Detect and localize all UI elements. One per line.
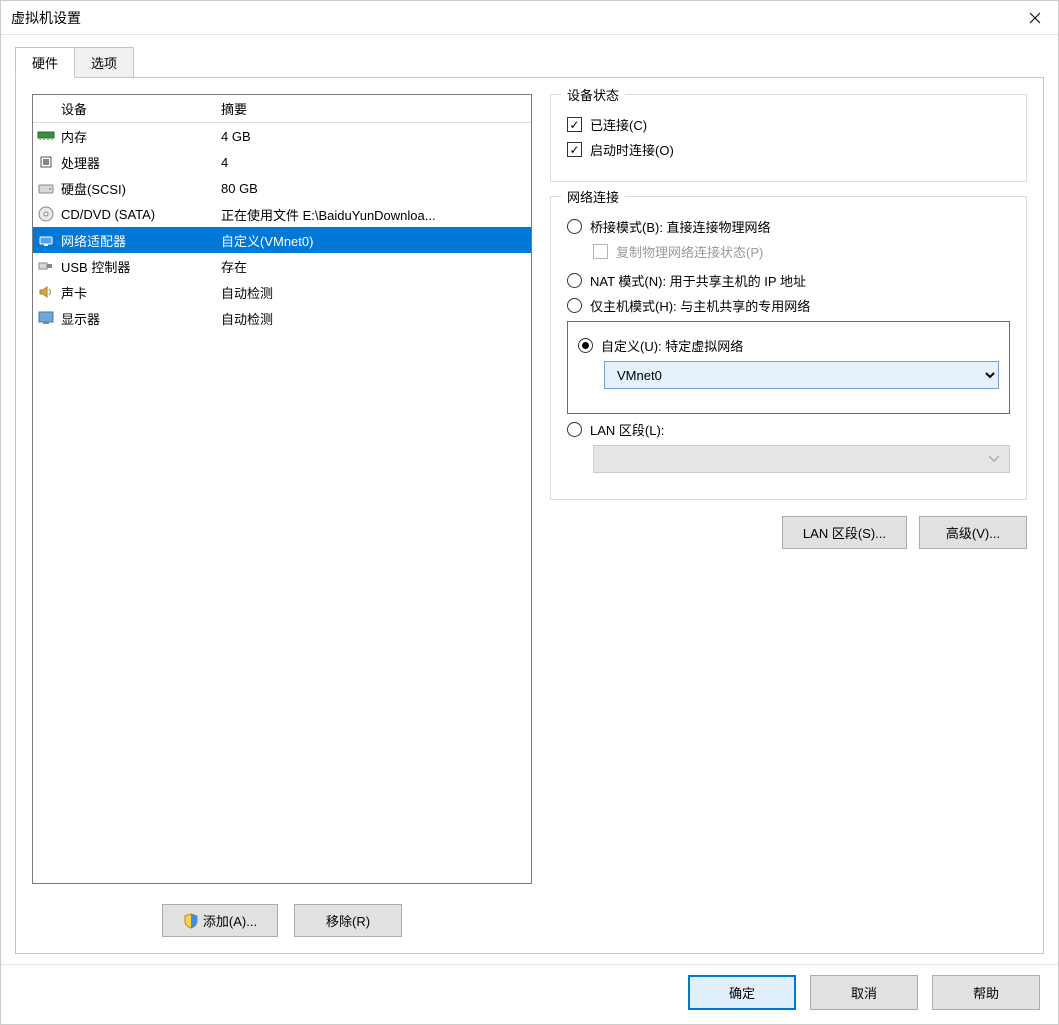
- network-title: 网络连接: [561, 187, 625, 206]
- ok-button[interactable]: 确定: [688, 975, 796, 1010]
- left-pane: 设备 摘要 内存 4 GB 处理器 4 硬盘(SCSI) 80 GB: [32, 94, 532, 937]
- device-summary: 正在使用文件 E:\BaiduYunDownloa...: [219, 205, 531, 224]
- left-buttons: 添加(A)... 移除(R): [32, 904, 532, 937]
- list-row[interactable]: USB 控制器 存在: [33, 253, 531, 279]
- list-row[interactable]: CD/DVD (SATA) 正在使用文件 E:\BaiduYunDownloa.…: [33, 201, 531, 227]
- nat-radio[interactable]: NAT 模式(N): 用于共享主机的 IP 地址: [567, 271, 1010, 290]
- device-summary: 存在: [219, 257, 531, 276]
- copy-state-label: 复制物理网络连接状态(P): [616, 242, 763, 261]
- radio-icon: [578, 338, 593, 353]
- add-button[interactable]: 添加(A)...: [162, 904, 278, 937]
- device-summary: 80 GB: [219, 181, 531, 196]
- tab-hardware[interactable]: 硬件: [15, 47, 75, 78]
- device-summary: 自动检测: [219, 309, 531, 328]
- chevron-down-icon: [989, 456, 999, 462]
- device-name: 内存: [59, 127, 219, 146]
- device-name: 硬盘(SCSI): [59, 179, 219, 198]
- device-status-group: 设备状态 已连接(C) 启动时连接(O): [550, 94, 1027, 182]
- list-row[interactable]: 声卡 自动检测: [33, 279, 531, 305]
- lan-radio[interactable]: LAN 区段(L):: [567, 420, 1010, 439]
- header-summary: 摘要: [219, 99, 531, 118]
- lan-label: LAN 区段(L):: [590, 420, 664, 439]
- connected-checkbox-row[interactable]: 已连接(C): [567, 115, 1010, 134]
- nat-label: NAT 模式(N): 用于共享主机的 IP 地址: [590, 271, 806, 290]
- hostonly-label: 仅主机模式(H): 与主机共享的专用网络: [590, 296, 810, 315]
- usb-icon: [37, 257, 55, 275]
- custom-label: 自定义(U): 特定虚拟网络: [601, 336, 743, 355]
- copy-state-checkbox: 复制物理网络连接状态(P): [593, 242, 1010, 261]
- hostonly-radio[interactable]: 仅主机模式(H): 与主机共享的专用网络: [567, 296, 1010, 315]
- connect-power-label: 启动时连接(O): [590, 140, 674, 159]
- tab-strip: 硬件 选项: [1, 35, 1058, 78]
- checkbox-icon: [593, 244, 608, 259]
- close-button[interactable]: [1012, 1, 1058, 35]
- network-buttons: LAN 区段(S)... 高级(V)...: [550, 516, 1027, 549]
- checkbox-icon: [567, 117, 582, 132]
- titlebar: 虚拟机设置: [1, 1, 1058, 35]
- custom-network-select[interactable]: VMnet0: [604, 361, 999, 389]
- remove-button[interactable]: 移除(R): [294, 904, 402, 937]
- cd-icon: [37, 205, 55, 223]
- right-pane: 设备状态 已连接(C) 启动时连接(O) 网络连接 桥接模式(B): 直接连接物…: [550, 94, 1027, 937]
- device-name: CD/DVD (SATA): [59, 207, 219, 222]
- device-summary: 4 GB: [219, 129, 531, 144]
- device-name: 声卡: [59, 283, 219, 302]
- list-row[interactable]: 网络适配器 自定义(VMnet0): [33, 227, 531, 253]
- list-row[interactable]: 内存 4 GB: [33, 123, 531, 149]
- device-summary: 自动检测: [219, 283, 531, 302]
- network-group: 网络连接 桥接模式(B): 直接连接物理网络 复制物理网络连接状态(P) NAT…: [550, 196, 1027, 500]
- memory-icon: [37, 127, 55, 145]
- radio-icon: [567, 219, 582, 234]
- device-summary: 自定义(VMnet0): [219, 231, 531, 250]
- custom-highlight: 自定义(U): 特定虚拟网络 VMnet0: [567, 321, 1010, 414]
- custom-radio[interactable]: 自定义(U): 特定虚拟网络: [578, 336, 999, 355]
- list-row[interactable]: 处理器 4: [33, 149, 531, 175]
- sound-icon: [37, 283, 55, 301]
- display-icon: [37, 309, 55, 327]
- device-list-header: 设备 摘要: [33, 95, 531, 123]
- header-device: 设备: [59, 99, 219, 118]
- device-summary: 4: [219, 155, 531, 170]
- device-status-title: 设备状态: [561, 85, 625, 104]
- cpu-icon: [37, 153, 55, 171]
- device-name: USB 控制器: [59, 257, 219, 276]
- bridge-radio[interactable]: 桥接模式(B): 直接连接物理网络: [567, 217, 1010, 236]
- device-list: 设备 摘要 内存 4 GB 处理器 4 硬盘(SCSI) 80 GB: [32, 94, 532, 884]
- connected-label: 已连接(C): [590, 115, 647, 134]
- vm-settings-window: 虚拟机设置 硬件 选项 设备 摘要 内存 4 GB: [0, 0, 1059, 1025]
- advanced-button[interactable]: 高级(V)...: [919, 516, 1027, 549]
- list-row[interactable]: 显示器 自动检测: [33, 305, 531, 331]
- device-name: 网络适配器: [59, 231, 219, 250]
- radio-icon: [567, 298, 582, 313]
- window-title: 虚拟机设置: [11, 8, 81, 28]
- network-icon: [37, 231, 55, 249]
- radio-icon: [567, 422, 582, 437]
- radio-icon: [567, 273, 582, 288]
- bottom-bar: 确定 取消 帮助: [1, 964, 1058, 1024]
- device-name: 显示器: [59, 309, 219, 328]
- cancel-button[interactable]: 取消: [810, 975, 918, 1010]
- lan-segment-button[interactable]: LAN 区段(S)...: [782, 516, 907, 549]
- connect-power-checkbox-row[interactable]: 启动时连接(O): [567, 140, 1010, 159]
- close-icon: [1029, 12, 1041, 24]
- disk-icon: [37, 179, 55, 197]
- lan-select: [593, 445, 1010, 473]
- add-button-label: 添加(A)...: [203, 914, 257, 929]
- device-name: 处理器: [59, 153, 219, 172]
- help-button[interactable]: 帮助: [932, 975, 1040, 1010]
- content-area: 设备 摘要 内存 4 GB 处理器 4 硬盘(SCSI) 80 GB: [15, 77, 1044, 954]
- list-row[interactable]: 硬盘(SCSI) 80 GB: [33, 175, 531, 201]
- bridge-label: 桥接模式(B): 直接连接物理网络: [590, 217, 771, 236]
- checkbox-icon: [567, 142, 582, 157]
- shield-icon: [183, 913, 199, 929]
- tab-options[interactable]: 选项: [74, 47, 134, 78]
